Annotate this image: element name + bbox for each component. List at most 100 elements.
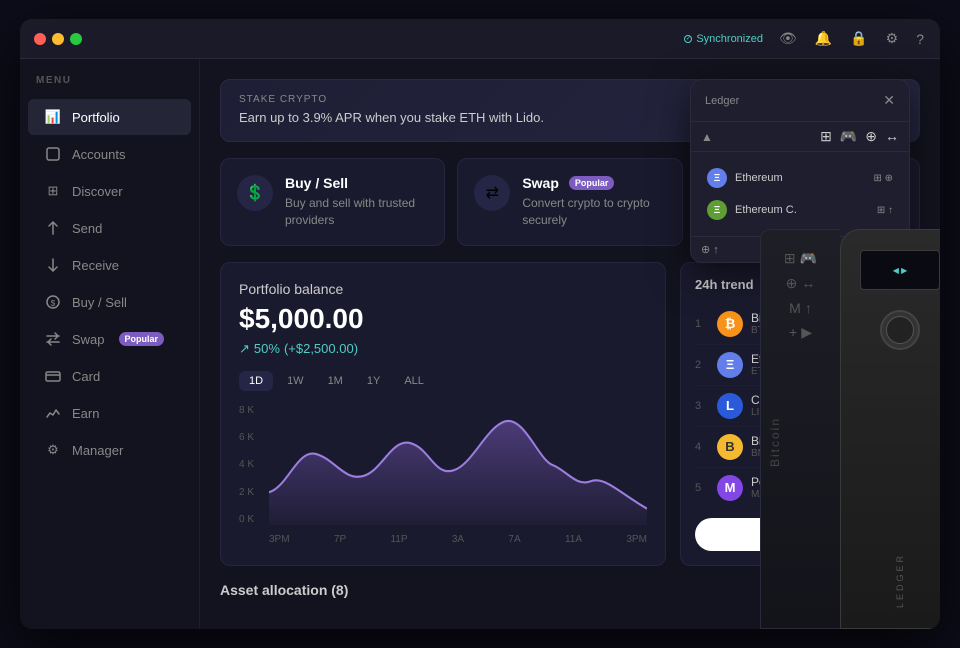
sidebar-item-card[interactable]: Card xyxy=(28,358,191,394)
time-btn-1m[interactable]: 1M xyxy=(318,371,353,391)
bitcoin-rotated-text: Bitcoin xyxy=(768,417,782,467)
sidebar-label-receive: Receive xyxy=(72,258,119,273)
card-icon xyxy=(44,367,62,385)
ledger-side-icon-1: ⊞ xyxy=(784,250,796,267)
lock-icon[interactable]: 🔒 xyxy=(848,28,869,49)
popup-eth-icon: Ξ xyxy=(707,168,727,188)
accounts-icon xyxy=(44,145,62,163)
swap-card-info: Swap Popular Convert crypto to crypto se… xyxy=(522,175,665,229)
popup-icon-3[interactable]: ⊕ xyxy=(865,128,877,145)
time-buttons: 1D 1W 1M 1Y ALL xyxy=(239,371,647,391)
sidebar-item-discover[interactable]: ⊞ Discover xyxy=(28,173,191,209)
minimize-button[interactable] xyxy=(52,33,64,45)
ledger-side-icon-2: 🎮 xyxy=(800,250,817,267)
sidebar-item-buysell[interactable]: $ Buy / Sell xyxy=(28,284,191,320)
sidebar-label-card: Card xyxy=(72,369,100,384)
maximize-button[interactable] xyxy=(70,33,82,45)
sidebar-item-send[interactable]: Send xyxy=(28,210,191,246)
change-amount: (+$2,500.00) xyxy=(284,341,358,356)
sidebar-label-swap: Swap xyxy=(72,332,105,347)
buysell-card-desc: Buy and sell with trusted providers xyxy=(285,195,428,229)
matic-icon: M xyxy=(717,475,743,501)
popup-footer-left: ⊕ ↑ xyxy=(701,243,719,256)
popup-item-eth[interactable]: Ξ Ethereum ⊞ ⊕ xyxy=(701,162,899,194)
title-bar: Synchronized 👁 🔔 🔒 ⚙ ? xyxy=(20,19,940,59)
ledger-screen-text: ◀ ▶ xyxy=(893,266,908,275)
trend-rank-5: 5 xyxy=(695,482,709,494)
buysell-card-title: Buy / Sell xyxy=(285,175,428,191)
eth-icon: Ξ xyxy=(717,352,743,378)
sidebar: MENU 📊 Portfolio Accounts ⊞ Discover xyxy=(20,59,200,629)
ledger-screen: ◀ ▶ xyxy=(860,250,940,290)
swap-popular-badge: Popular xyxy=(119,332,165,346)
popup-nav-up[interactable]: ▲ xyxy=(701,130,713,144)
sync-icon xyxy=(684,35,692,43)
sidebar-label-earn: Earn xyxy=(72,406,99,421)
close-button[interactable] xyxy=(34,33,46,45)
eye-icon[interactable]: 👁 xyxy=(777,28,799,49)
trend-rank-2: 2 xyxy=(695,359,709,371)
link-icon: L xyxy=(717,393,743,419)
popup-item-etc[interactable]: Ξ Ethereum C. ⊞ ↑ xyxy=(701,194,899,226)
menu-label: MENU xyxy=(20,75,199,98)
gear-icon[interactable]: ⚙ xyxy=(884,28,901,49)
ledger-device: ◀ ▶ LEDGER xyxy=(840,229,940,629)
popup-icon-1[interactable]: ⊞ xyxy=(820,128,832,145)
sidebar-item-receive[interactable]: Receive xyxy=(28,247,191,283)
chart-area: 8 K 6 K 4 K 2 K 0 K xyxy=(239,405,647,545)
sidebar-item-portfolio[interactable]: 📊 Portfolio xyxy=(28,99,191,135)
ledger-side-icon-8: ▶ xyxy=(801,324,812,341)
sync-label: Synchronized xyxy=(696,33,763,45)
ledger-side-icons-top: ⊞ 🎮 xyxy=(769,250,832,267)
ledger-label-container: LEDGER xyxy=(841,553,940,608)
sidebar-label-send: Send xyxy=(72,221,102,236)
time-btn-1y[interactable]: 1Y xyxy=(357,371,390,391)
bell-icon[interactable]: 🔔 xyxy=(813,28,834,49)
sidebar-label-accounts: Accounts xyxy=(72,147,125,162)
trend-rank-1: 1 xyxy=(695,318,709,330)
help-icon[interactable]: ? xyxy=(914,29,926,49)
ledger-side-icons-3: M ↑ xyxy=(769,300,832,316)
ledger-side-icon-4: ↔ xyxy=(801,275,815,292)
time-btn-all[interactable]: ALL xyxy=(394,371,434,391)
popup-header-label: Ledger xyxy=(705,95,739,107)
chart-svg xyxy=(269,405,647,525)
buysell-card-info: Buy / Sell Buy and sell with trusted pro… xyxy=(285,175,428,229)
popup-icon-2[interactable]: 🎮 xyxy=(840,128,857,145)
title-bar-right: Synchronized 👁 🔔 🔒 ⚙ ? xyxy=(684,28,926,49)
ledger-inner-circle xyxy=(886,316,914,344)
ledger-side-icons-2: ⊕ ↔ xyxy=(769,275,832,292)
trend-rank-3: 3 xyxy=(695,400,709,412)
portfolio-icon: 📊 xyxy=(44,108,62,126)
chart-labels-y: 8 K 6 K 4 K 2 K 0 K xyxy=(239,405,269,525)
traffic-lights xyxy=(34,33,82,45)
time-btn-1w[interactable]: 1W xyxy=(277,371,314,391)
popup-nav: ▲ ⊞ 🎮 ⊕ ↔ xyxy=(691,122,909,152)
sidebar-item-swap[interactable]: Swap Popular xyxy=(28,321,191,357)
popup-close-button[interactable]: ✕ xyxy=(883,92,895,109)
sidebar-item-earn[interactable]: Earn xyxy=(28,395,191,431)
change-percent: 50% xyxy=(254,341,280,356)
popup-eth-label: Ethereum xyxy=(735,172,783,184)
swap-card-desc: Convert crypto to crypto securely xyxy=(522,195,665,229)
btc-icon: ₿ xyxy=(717,311,743,337)
manager-icon: ⚙ xyxy=(44,441,62,459)
ledger-side-icon-7: + xyxy=(789,324,797,341)
swap-card-badge: Popular xyxy=(569,176,615,190)
sidebar-item-accounts[interactable]: Accounts xyxy=(28,136,191,172)
ledger-button[interactable] xyxy=(880,310,920,350)
ledger-side-icon-6: ↑ xyxy=(805,300,812,316)
popup-header: Ledger ✕ xyxy=(691,80,909,122)
swap-card[interactable]: ⇄ Swap Popular Convert crypto to crypto … xyxy=(457,158,682,246)
sidebar-item-manager[interactable]: ⚙ Manager xyxy=(28,432,191,468)
popup-eth-apps: ⊞ ⊕ xyxy=(873,173,893,184)
portfolio-change: ↗ 50% (+$2,500.00) xyxy=(239,341,647,357)
ledger-side-icons-4: + ▶ xyxy=(769,324,832,341)
swap-card-icon: ⇄ xyxy=(474,175,510,211)
swap-card-title: Swap Popular xyxy=(522,175,665,191)
buysell-card[interactable]: 💲 Buy / Sell Buy and sell with trusted p… xyxy=(220,158,445,246)
bnb-icon: B xyxy=(717,434,743,460)
popup-icon-4[interactable]: ↔ xyxy=(885,128,899,145)
chart-labels-x: 3PM 7P 11P 3A 7A 11A 3PM xyxy=(269,534,647,545)
time-btn-1d[interactable]: 1D xyxy=(239,371,273,391)
